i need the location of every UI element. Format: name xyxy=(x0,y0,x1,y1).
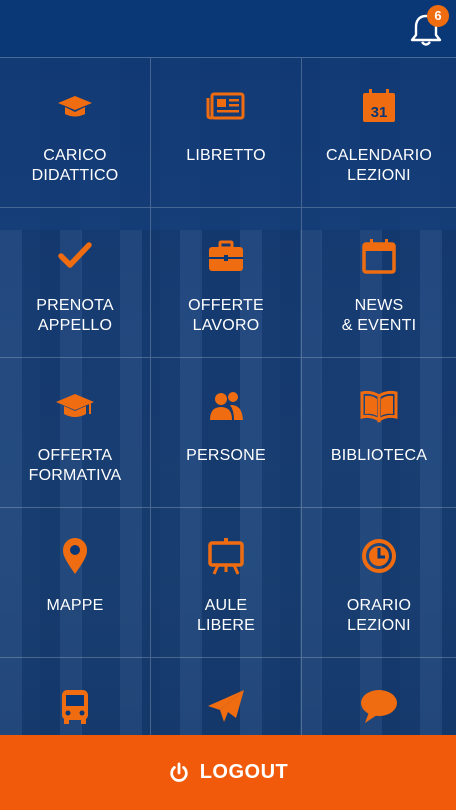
tile-label: MAPPE xyxy=(46,597,104,614)
notification-badge[interactable]: 6 xyxy=(427,5,449,27)
calendar-31-icon: 31 xyxy=(363,89,395,122)
tile-label: OFFERTA FORMATIVA xyxy=(28,447,122,484)
tile-label: OFFERTE LAVORO xyxy=(188,297,264,334)
briefcase-icon xyxy=(209,240,243,271)
map-pin-icon xyxy=(63,538,87,574)
tile-label: LIBRETTO xyxy=(186,147,266,164)
tile-prenota-appello[interactable]: PRENOTA APPELLO xyxy=(0,208,151,358)
top-bar: 6 xyxy=(0,0,456,58)
tile-label: CARICO DIDATTICO xyxy=(31,147,119,184)
power-icon xyxy=(170,761,188,782)
tile-label: NEWS & EVENTI xyxy=(341,297,417,334)
tile-bus[interactable] xyxy=(0,658,151,735)
tile-label: PRENOTA APPELLO xyxy=(36,297,114,334)
checkmark-icon xyxy=(58,242,92,268)
logout-label: LOGOUT xyxy=(199,761,289,783)
tile-aule-libere[interactable]: AULE LIBERE xyxy=(151,508,302,658)
tile-label: PERSONE xyxy=(186,447,266,464)
tile-offerta-formativa[interactable]: OFFERTA FORMATIVA xyxy=(0,358,151,508)
people-icon xyxy=(210,392,243,420)
newspaper-icon xyxy=(206,92,245,120)
tile-label: BIBLIOTECA xyxy=(330,447,428,464)
graduation-cap-icon xyxy=(58,96,92,117)
bus-icon xyxy=(62,690,88,724)
tile-chat[interactable] xyxy=(302,658,456,735)
clock-icon xyxy=(362,539,396,573)
tile-label: ORARIO LEZIONI xyxy=(346,597,412,634)
tile-label: AULE LIBERE xyxy=(196,597,256,634)
logout-button[interactable]: LOGOUT xyxy=(0,735,456,810)
tile-offerte-lavoro[interactable]: OFFERTE LAVORO xyxy=(151,208,302,358)
tile-biblioteca[interactable]: BIBLIOTECA xyxy=(302,358,456,508)
svg-text:31: 31 xyxy=(371,104,388,121)
easel-icon xyxy=(208,538,244,575)
tile-calendario-lezioni[interactable]: 31 CALENDARIO LEZIONI xyxy=(302,58,456,208)
calendar-icon xyxy=(362,239,396,274)
tile-mappe[interactable]: MAPPE xyxy=(0,508,151,658)
open-book-icon xyxy=(360,390,398,423)
tile-news-eventi[interactable]: NEWS & EVENTI xyxy=(302,208,456,358)
tile-orario-lezioni[interactable]: ORARIO LEZIONI xyxy=(302,508,456,658)
tile-label: CALENDARIO LEZIONI xyxy=(325,147,433,184)
mortarboard-icon xyxy=(56,394,94,417)
tile-carico-didattico[interactable]: CARICO DIDATTICO xyxy=(0,58,151,208)
tile-paper-plane[interactable] xyxy=(151,658,302,735)
paper-plane-icon xyxy=(208,690,244,722)
chat-bubble-icon xyxy=(361,690,397,723)
tile-persone[interactable]: PERSONE xyxy=(151,358,302,508)
tile-libretto[interactable]: LIBRETTO xyxy=(151,58,302,208)
menu-grid: CARICO DIDATTICO LIBRETTO 31 CALENDARIO … xyxy=(0,58,456,735)
